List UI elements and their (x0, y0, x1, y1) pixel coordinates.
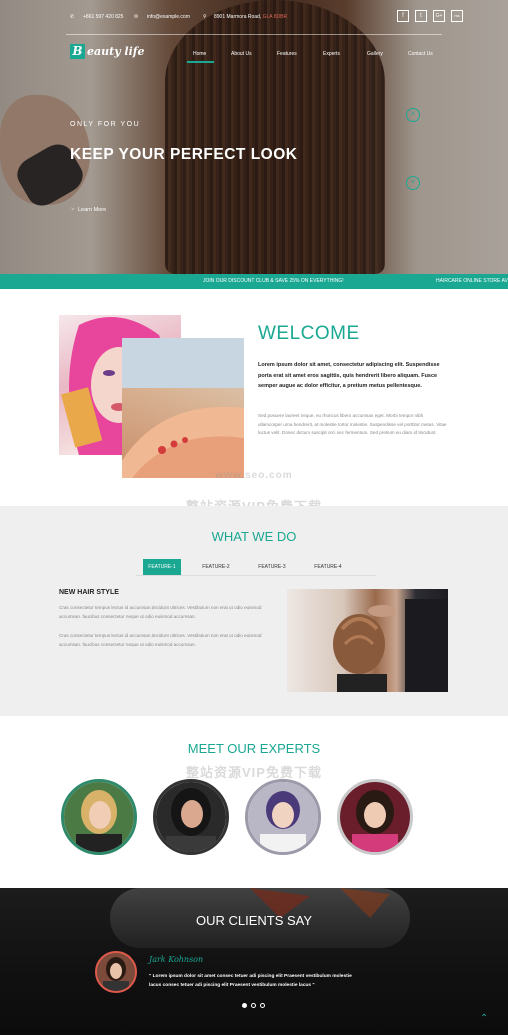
topbar-divider (66, 34, 442, 35)
experts-title: MEET OUR EXPERTS (187, 741, 321, 756)
welcome-photo-pedicure (122, 338, 244, 478)
carousel-dot-1[interactable] (242, 1003, 247, 1008)
watermark-text-2: 整站资源VIP免费下载 (186, 765, 322, 780)
facebook-icon[interactable]: f (397, 10, 409, 22)
feature-paragraph-1: Cras consectetur tempus lectus id accums… (59, 605, 262, 619)
welcome-body: Sed posuere laoreet neque, eu rhoncus li… (258, 413, 447, 435)
welcome-lead: Lorem ipsum dolor sit amet, consectetur … (258, 362, 440, 389)
nav-about[interactable]: About Us (231, 51, 252, 57)
hand-pointer-icon: ☞ (70, 207, 75, 213)
tab-feature-3[interactable]: FEATURE-3 (253, 559, 291, 575)
client-avatar (95, 951, 137, 993)
nav-contact[interactable]: Contact Us (408, 51, 433, 57)
slider-prev-button[interactable]: ˄ (406, 108, 420, 122)
location-icon: ⚲ (203, 14, 207, 20)
twitter-icon[interactable]: t (415, 10, 427, 22)
hero-kicker: ONLY FOR YOU (70, 121, 141, 128)
rss-icon[interactable]: rss (451, 10, 463, 22)
feature-paragraph-2: Cras consectetur tempus lectus id accums… (59, 633, 262, 647)
nav-gallery[interactable]: Gallery (367, 51, 383, 57)
email-address[interactable]: info@example.com (147, 14, 190, 20)
expert-avatar-3[interactable] (245, 779, 321, 855)
email-icon: ✉ (134, 14, 139, 20)
expert-avatar-1[interactable] (61, 779, 137, 855)
tab-feature-1[interactable]: FEATURE-1 (143, 559, 181, 575)
what-we-do-title: WHAT WE DO (211, 529, 297, 544)
feature-heading: NEW HAIR STYLE (59, 589, 119, 596)
logo-text[interactable]: eauty life (87, 45, 145, 58)
expert-avatar-4[interactable] (337, 779, 413, 855)
nav-features[interactable]: Features (277, 51, 297, 57)
slider-next-button[interactable]: ˅ (406, 176, 420, 190)
hero-headline: KEEP YOUR PERFECT LOOK (70, 146, 298, 163)
tabs-divider (136, 575, 376, 576)
nav-experts[interactable]: Experts (323, 51, 340, 57)
watermark-url: www.seo.com (215, 470, 293, 481)
address-text: 8901 Marmora Road, GLA 8DBR (214, 14, 288, 20)
hero-banner (0, 0, 508, 274)
tab-feature-2[interactable]: FEATURE-2 (197, 559, 235, 575)
nav-home[interactable]: Home (193, 51, 206, 57)
client-quote: " Lorem ipsum dolor sit amet consec tetu… (149, 974, 352, 988)
expert-avatar-2[interactable] (153, 779, 229, 855)
client-name: Jark Kohnson (149, 955, 204, 964)
promo-ticker: JOIN OUR DISCOUNT CLUB & SAVE 25% ON EVE… (0, 274, 508, 289)
clients-title: OUR CLIENTS SAY (195, 913, 313, 928)
scroll-to-top-icon[interactable]: ⌃ (480, 1013, 488, 1024)
phone-number[interactable]: +861 597 420 825 (83, 14, 123, 20)
phone-icon: ✆ (70, 14, 75, 20)
clients-section (0, 888, 508, 1035)
nav-active-indicator (187, 61, 214, 63)
learn-more-link[interactable]: ☞ Learn More (70, 207, 106, 213)
feature-photo-hairstyle (287, 589, 448, 692)
google-plus-icon[interactable]: G+ (433, 10, 445, 22)
logo-mark[interactable]: B (70, 44, 85, 59)
welcome-title: WELCOME (258, 323, 360, 344)
tab-feature-4[interactable]: FEATURE-4 (309, 559, 347, 575)
ticker-promo[interactable]: JOIN OUR DISCOUNT CLUB & SAVE 25% ON EVE… (203, 274, 344, 289)
carousel-dot-3[interactable] (260, 1003, 265, 1008)
carousel-dot-2[interactable] (251, 1003, 256, 1008)
ticker-store[interactable]: HAIRCARE ONLINE STORE AV (436, 274, 508, 289)
